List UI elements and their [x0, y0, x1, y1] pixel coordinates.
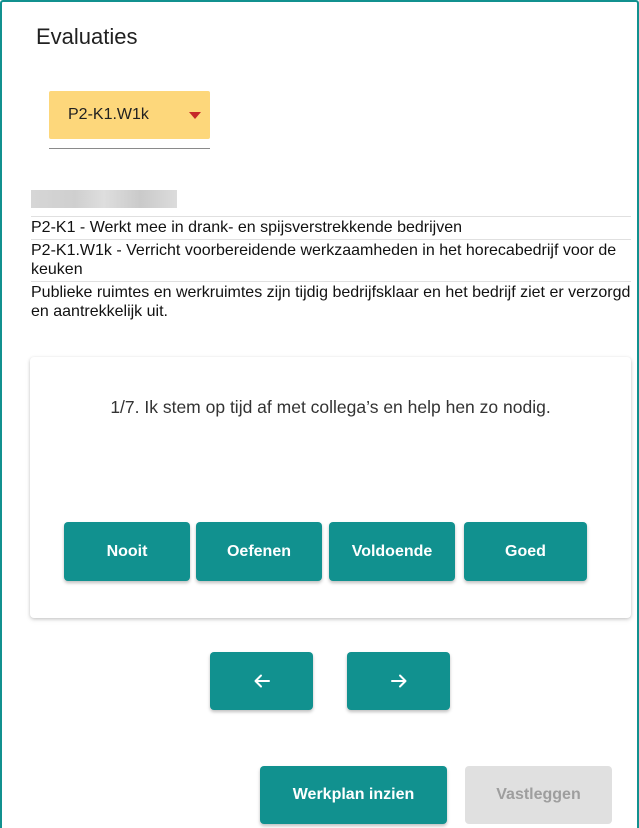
- answer-good-button[interactable]: Goed: [464, 522, 587, 581]
- core-task-line: P2-K1 - Werkt mee in drank- en spijsvers…: [31, 216, 631, 239]
- question-card: 1/7. Ik stem op tijd af met collega’s en…: [30, 357, 631, 618]
- arrow-right-icon: [390, 672, 408, 690]
- work-process-select[interactable]: P2-K1.W1k: [49, 91, 210, 139]
- outcome-line: Publieke ruimtes en werkruimtes zijn tij…: [31, 281, 631, 323]
- answer-practice-button[interactable]: Oefenen: [196, 522, 322, 581]
- save-button[interactable]: Vastleggen: [465, 766, 612, 824]
- answer-sufficient-button[interactable]: Voldoende: [329, 522, 455, 581]
- answer-never-button[interactable]: Nooit: [64, 522, 190, 581]
- page-title: Evaluaties: [36, 24, 138, 49]
- view-workplan-button[interactable]: Werkplan inzien: [260, 766, 447, 824]
- evaluation-panel: Evaluaties P2-K1.W1k P2-K1 - Werkt mee i…: [0, 0, 639, 828]
- caret-down-icon: [189, 112, 201, 119]
- work-process-select-field: P2-K1.W1k: [49, 91, 210, 149]
- previous-question-button[interactable]: [210, 652, 313, 710]
- question-text: 1/7. Ik stem op tijd af met collega’s en…: [110, 397, 551, 417]
- work-process-line: P2-K1.W1k - Verricht voorbereidende werk…: [31, 239, 631, 281]
- next-question-button[interactable]: [347, 652, 450, 710]
- redacted-student-name: [31, 190, 177, 208]
- evaluation-info: P2-K1 - Werkt mee in drank- en spijsvers…: [31, 216, 631, 323]
- arrow-left-icon: [253, 672, 271, 690]
- work-process-select-value: P2-K1.W1k: [68, 106, 149, 123]
